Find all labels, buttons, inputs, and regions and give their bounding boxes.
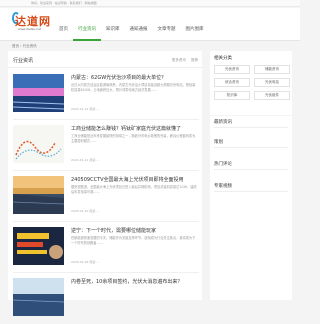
logo-url: www.dadao.net [18, 27, 42, 31]
sidebar-category-panel: 相关分类 光伏资讯 储能资讯 综合资讯 光伏电站 知识库 光伏组件 [210, 51, 292, 115]
nav-item-home[interactable]: 首页 [54, 18, 73, 41]
article-title[interactable]: 工商业储能怎么赚钱？钙钛矿家庭光伏这篇就懂了 [71, 125, 199, 132]
tag-item[interactable]: 综合资讯 [214, 78, 250, 87]
article-title[interactable]: 240509CCTV全国最大海上光伏项目即将全面投用 [71, 176, 199, 183]
site-header: 达道网 www.dadao.net 首页 行业资讯 知识库 通知通报 文章专题 … [0, 8, 300, 41]
sidebar-section-title[interactable]: 专家视频 [214, 183, 232, 189]
article-meta: 2024-01-12 阅读 ... [71, 107, 100, 111]
tag-item[interactable]: 知识库 [214, 91, 250, 100]
top-bar-text: 你好，欢迎来到 · 站点导航 · 联系我们 · 网站地图 [31, 1, 97, 5]
article-summary: 工商业储能是近年来发展最快的领域之一，随着分时电价政策的完善，峰谷价差套利成为主… [71, 134, 196, 143]
sidebar-section-title[interactable]: 策划 [214, 139, 223, 145]
article-thumbnail[interactable] [13, 176, 64, 214]
breadcrumb[interactable]: 首页 › 行业资讯 [12, 44, 37, 49]
article-item[interactable]: 240509CCTV全国最大海上光伏项目即将全面投用 据央视报道，全国最大海上光… [13, 172, 199, 222]
article-title[interactable]: 内卷至死，10余项目签约，光伏大消息遍布出来？ [71, 278, 199, 285]
article-meta: 2024-01-11 阅读 ... [71, 158, 100, 162]
article-meta: 2024-01-10 阅读 ... [71, 209, 100, 213]
article-item[interactable]: 内卷至死，10余项目签约，光伏大消息遍布出来？ [13, 274, 199, 324]
article-title[interactable]: 内蒙古：62GW光伏治沙项目的最大单位？ [71, 74, 199, 81]
article-summary: 近日从内蒙古自治区能源局获悉，内蒙古光伏治沙项目将建设超大规模光伏电站，规划装机… [71, 83, 196, 92]
divider [214, 169, 288, 170]
article-thumbnail[interactable] [13, 74, 64, 112]
nav-item-topics[interactable]: 文章专题 [153, 18, 181, 41]
site-logo[interactable]: 达道网 www.dadao.net [12, 11, 54, 33]
nav-item-knowledge[interactable]: 知识库 [101, 18, 125, 41]
article-summary: 在新能源快速发展的今天，储能作为关键支撑环节，逐渐成为行业关注焦点，谁将成为下一… [71, 236, 196, 245]
main-nav: 首页 行业资讯 知识库 通知通报 文章专题 图片图库 [54, 18, 209, 41]
sidebar-category-title: 相关分类 [214, 56, 232, 61]
article-thumbnail[interactable] [13, 227, 64, 265]
news-list-links: 更多资讯 推荐 [168, 58, 198, 63]
news-list-title: 行业资讯 [13, 58, 34, 64]
article-thumbnail[interactable] [13, 125, 64, 163]
article-item[interactable]: 工商业储能怎么赚钱？钙钛矿家庭光伏这篇就懂了 工商业储能是近年来发展最快的领域之… [13, 121, 199, 171]
article-item[interactable]: 内蒙古：62GW光伏治沙项目的最大单位？ 近日从内蒙古自治区能源局获悉，内蒙古光… [13, 70, 199, 120]
tag-item[interactable]: 光伏组件 [254, 91, 290, 100]
sidebar-section-title[interactable]: 热门评论 [214, 161, 232, 167]
nav-item-industry-news[interactable]: 行业资讯 [73, 18, 101, 41]
article-meta: 2024-01-09 阅读 ... [71, 260, 100, 264]
tag-item[interactable]: 光伏资讯 [214, 65, 250, 74]
nav-item-notices[interactable]: 通知通报 [125, 18, 153, 41]
article-title[interactable]: 逆宁：下一个时代，需要哪位储能玩家 [71, 227, 199, 234]
tag-list: 光伏资讯 储能资讯 综合资讯 光伏电站 知识库 光伏组件 [214, 65, 290, 100]
divider [214, 127, 288, 128]
nav-item-gallery[interactable]: 图片图库 [181, 18, 209, 41]
top-bar: 你好，欢迎来到 · 站点导航 · 联系我们 · 网站地图 [0, 0, 300, 7]
recommend-link[interactable]: 推荐 [191, 58, 198, 62]
article-summary: 据央视报道，全国最大海上光伏项目已进入最后并网阶段，项目总装机容量达1GW，建成… [71, 185, 197, 194]
divider [214, 191, 288, 192]
more-news-link[interactable]: 更多资讯 [172, 58, 186, 62]
news-list-header: 行业资讯 更多资讯 推荐 [8, 51, 202, 68]
divider [214, 147, 288, 148]
sidebar-section-title[interactable]: 最新资讯 [214, 119, 232, 125]
tag-item[interactable]: 光伏电站 [254, 78, 290, 87]
article-thumbnail[interactable] [13, 278, 64, 316]
tag-item[interactable]: 储能资讯 [254, 65, 290, 74]
sidebar-sections-panel: 最新资讯 策划 热门评论 专家视频 [210, 116, 292, 300]
news-list-panel: 行业资讯 更多资讯 推荐 内蒙古：62GW光伏治沙项目的最大单位？ 近日从内蒙古… [8, 51, 202, 316]
article-item[interactable]: 逆宁：下一个时代，需要哪位储能玩家 在新能源快速发展的今天，储能作为关键支撑环节… [13, 223, 199, 273]
